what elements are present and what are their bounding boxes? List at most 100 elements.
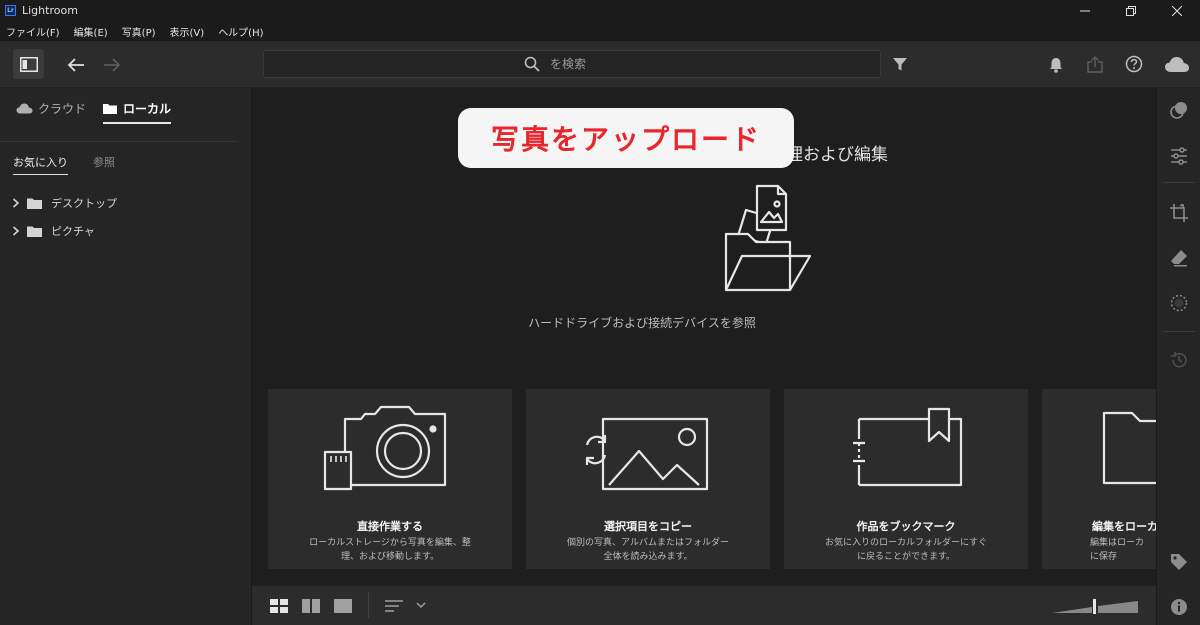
- folder-icon: [103, 104, 117, 114]
- sort-button[interactable]: [385, 598, 429, 617]
- card-copy-selected[interactable]: 選択項目をコピー 個別の写真、アルバムまたはフォルダー全体を読み込みます。: [526, 389, 770, 569]
- arrow-left-icon: [67, 58, 84, 72]
- crop-icon: [1170, 204, 1188, 222]
- thumbnail-size-slider[interactable]: [1052, 598, 1138, 618]
- folder-label: ピクチャ: [51, 225, 95, 238]
- search-icon: [524, 56, 540, 72]
- cloud-icon: [1165, 56, 1189, 72]
- left-panel: クラウド ローカル お気に入り 参照 デスクトップ ピクチャ: [0, 88, 252, 625]
- bell-icon: [1050, 58, 1062, 73]
- grid-view-icon: [270, 599, 288, 613]
- restore-button[interactable]: [1108, 0, 1154, 21]
- single-view-icon: [334, 599, 352, 613]
- card-title: 作品をブックマーク: [856, 520, 956, 533]
- notifications-button[interactable]: [1046, 55, 1066, 75]
- card-title: 直接作業する: [357, 520, 423, 533]
- title-bar: Lr Lightroom: [0, 0, 1200, 21]
- image-sync-icon: [585, 417, 709, 491]
- divider: [0, 141, 238, 142]
- browse-drives-label: ハードドライブおよび接続デバイスを参照: [528, 316, 756, 330]
- tag-icon: [1171, 554, 1187, 570]
- single-view-button[interactable]: [334, 598, 352, 617]
- lightroom-logo-icon: Lr: [5, 5, 16, 16]
- history-icon: [1171, 352, 1187, 368]
- folder-row-pictures[interactable]: ピクチャ: [12, 223, 95, 239]
- panel-toggle-icon: [19, 56, 38, 72]
- toggle-panel-button[interactable]: [13, 49, 44, 79]
- share-button[interactable]: [1085, 54, 1105, 74]
- search-input[interactable]: [550, 57, 620, 71]
- divider: [1163, 182, 1195, 183]
- edit-sliders-button[interactable]: [1167, 144, 1191, 168]
- back-button[interactable]: [65, 54, 87, 76]
- presets-icon: [1170, 102, 1187, 119]
- folder-icon: [27, 198, 42, 209]
- welcome-heading: 理および編集: [786, 145, 888, 165]
- card-save-local[interactable]: 編集をローカ 編集はローカ に保存: [1042, 389, 1156, 569]
- card-title: 選択項目をコピー: [604, 520, 692, 533]
- right-panel: [1156, 88, 1200, 625]
- info-button[interactable]: [1167, 595, 1191, 619]
- share-icon: [1087, 55, 1103, 73]
- grid-view-button[interactable]: [270, 598, 288, 617]
- upload-photos-label: 写真をアップロード: [458, 108, 794, 168]
- masking-button[interactable]: [1167, 291, 1191, 315]
- filter-icon: [893, 57, 907, 70]
- compare-view-icon: [302, 599, 320, 613]
- filter-button[interactable]: [891, 55, 909, 73]
- folder-photos-icon: [724, 184, 812, 292]
- history-button[interactable]: [1167, 348, 1191, 372]
- browse-folder-button[interactable]: [724, 180, 814, 308]
- close-icon: [1172, 5, 1182, 16]
- keywords-button[interactable]: [1167, 550, 1191, 574]
- main-content: 理および編集 写真をアップロード ハードドライブおよび接続デバイスを参照 直接作…: [252, 88, 1156, 585]
- card-work-directly[interactable]: 直接作業する ローカルストレージから写真を編集、整理、および移動します。: [268, 389, 512, 569]
- folder-icon: [1102, 411, 1156, 485]
- info-icon: [1171, 599, 1187, 615]
- subtab-browse[interactable]: 参照: [93, 154, 115, 170]
- folder-row-desktop[interactable]: デスクトップ: [12, 195, 117, 211]
- folder-label: デスクトップ: [51, 197, 117, 210]
- card-title: 編集をローカ: [1092, 520, 1156, 533]
- size-slider-icon: [1052, 599, 1138, 614]
- toolbar: [0, 41, 1200, 88]
- minimize-icon: [1080, 10, 1090, 11]
- cloud-icon: [16, 103, 33, 114]
- card-description: 個別の写真、アルバムまたはフォルダー全体を読み込みます。: [567, 538, 729, 562]
- tab-local[interactable]: ローカル: [103, 100, 172, 124]
- close-button[interactable]: [1154, 0, 1200, 21]
- folder-icon: [27, 226, 42, 237]
- chevron-right-icon: [12, 198, 20, 208]
- eraser-icon: [1171, 250, 1187, 267]
- crop-button[interactable]: [1167, 201, 1191, 225]
- menu-photo[interactable]: 写真(P): [122, 24, 156, 39]
- help-button[interactable]: [1124, 54, 1144, 74]
- tab-cloud-label: クラウド: [38, 102, 87, 116]
- card-description: ローカルストレージから写真を編集、整理、および移動します。: [309, 538, 471, 562]
- card-bookmark[interactable]: 作品をブックマーク お気に入りのローカルフォルダーにすぐに戻ることができます。: [784, 389, 1028, 569]
- restore-icon: [1126, 5, 1136, 16]
- menu-help[interactable]: ヘルプ(H): [218, 24, 263, 39]
- tab-cloud[interactable]: クラウド: [16, 100, 86, 117]
- cloud-sync-button[interactable]: [1162, 53, 1192, 75]
- divider: [368, 592, 369, 618]
- healing-button[interactable]: [1167, 246, 1191, 270]
- menu-view[interactable]: 表示(V): [170, 24, 205, 39]
- menu-file[interactable]: ファイル(F): [6, 24, 60, 39]
- help-icon: [1125, 55, 1143, 73]
- masking-icon: [1170, 294, 1188, 312]
- sort-icon: [385, 600, 426, 612]
- compare-view-button[interactable]: [302, 598, 320, 617]
- minimize-button[interactable]: [1062, 0, 1108, 21]
- card-description: お気に入りのローカルフォルダーにすぐに戻ることができます。: [824, 538, 988, 562]
- menu-bar: ファイル(F) 編集(E) 写真(P) 表示(V) ヘルプ(H): [0, 21, 1200, 41]
- subtab-favorites[interactable]: お気に入り: [13, 154, 68, 175]
- menu-edit[interactable]: 編集(E): [74, 24, 108, 39]
- card-description: 編集はローカ に保存: [1090, 538, 1145, 562]
- search-box[interactable]: [263, 50, 881, 78]
- arrow-right-icon: [104, 58, 121, 72]
- forward-button[interactable]: [101, 54, 123, 76]
- presets-button[interactable]: [1167, 98, 1191, 122]
- sliders-icon: [1171, 147, 1187, 165]
- bookmark-album-icon: [853, 407, 963, 487]
